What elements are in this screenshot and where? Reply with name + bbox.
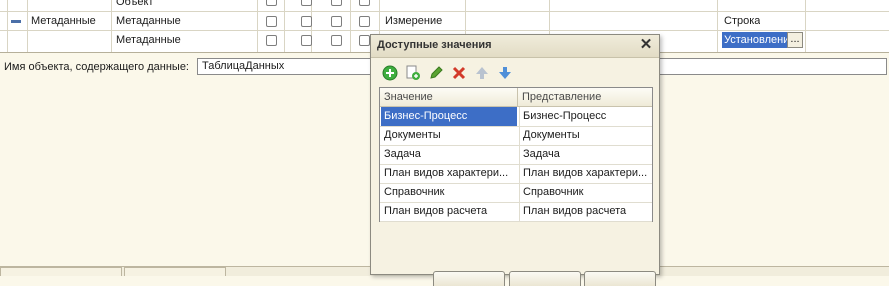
- grid-divider: [350, 0, 351, 52]
- grid-divider: [717, 0, 718, 52]
- close-icon[interactable]: ✕: [638, 37, 654, 53]
- grid-cell: Метаданные: [116, 15, 181, 27]
- table-cell: План видов расчета: [519, 202, 652, 221]
- grid-divider: [27, 0, 28, 52]
- grid-row[interactable]: Метаданные Метаданные Измерение Строка: [0, 12, 889, 31]
- collapse-icon[interactable]: [11, 20, 21, 23]
- grid-row[interactable]: Объект: [0, 0, 889, 12]
- dialog-button[interactable]: [584, 271, 656, 286]
- checkbox[interactable]: [266, 35, 277, 46]
- column-header-representation[interactable]: Представление: [518, 88, 652, 107]
- checkbox[interactable]: [266, 0, 277, 6]
- table-row[interactable]: Документы Документы: [380, 126, 652, 146]
- dialog-title: Доступные значения: [377, 39, 492, 51]
- move-down-icon[interactable]: [497, 65, 513, 81]
- grid-divider: [284, 0, 285, 52]
- table-cell: Документы: [384, 129, 441, 141]
- grid-divider: [805, 0, 806, 52]
- grid-divider: [111, 0, 112, 52]
- table-cell: Бизнес-Процесс: [381, 107, 517, 126]
- grid-cell: Объект: [116, 0, 154, 8]
- edit-icon[interactable]: [428, 65, 444, 81]
- checkbox[interactable]: [331, 35, 342, 46]
- add-icon[interactable]: [382, 65, 398, 81]
- table-row[interactable]: Бизнес-Процесс Бизнес-Процесс: [380, 107, 652, 127]
- checkbox[interactable]: [331, 16, 342, 27]
- copy-icon[interactable]: [405, 65, 421, 81]
- table-cell: Документы: [519, 126, 652, 145]
- dialog-button[interactable]: [509, 271, 581, 286]
- table-cell: Справочник: [519, 183, 652, 202]
- checkbox[interactable]: [266, 16, 277, 27]
- grid-cell: Строка: [724, 15, 761, 27]
- grid-divider: [257, 0, 258, 52]
- object-field-label: Имя объекта, содержащего данные:: [4, 61, 189, 73]
- table-cell: Бизнес-Процесс: [519, 107, 652, 126]
- type-cell-editor[interactable]: Установлени: [722, 32, 788, 48]
- table-cell: Задача: [519, 145, 652, 164]
- delete-icon[interactable]: [451, 65, 467, 81]
- table-cell: Задача: [384, 148, 421, 160]
- checkbox[interactable]: [301, 0, 312, 6]
- table-cell: План видов характери...: [519, 164, 652, 183]
- column-header-value[interactable]: Значение: [380, 88, 518, 107]
- table-row[interactable]: План видов расчета План видов расчета: [380, 202, 652, 222]
- checkbox[interactable]: [301, 35, 312, 46]
- values-table[interactable]: Значение Представление Бизнес-Процесс Би…: [379, 87, 653, 222]
- grid-divider: [7, 0, 8, 52]
- checkbox[interactable]: [301, 16, 312, 27]
- move-up-icon[interactable]: [474, 65, 490, 81]
- checkbox[interactable]: [359, 0, 370, 6]
- table-cell: План видов характери...: [384, 167, 509, 179]
- table-cell: План видов расчета: [384, 205, 488, 217]
- dialog-button[interactable]: [433, 271, 505, 286]
- table-row[interactable]: Справочник Справочник: [380, 183, 652, 203]
- checkbox[interactable]: [359, 16, 370, 27]
- dialog-title-bar[interactable]: Доступные значения ✕: [371, 35, 659, 58]
- grid-cell: Метаданные: [31, 15, 96, 27]
- table-row[interactable]: Задача Задача: [380, 145, 652, 165]
- checkbox[interactable]: [331, 0, 342, 6]
- available-values-dialog: Доступные значения ✕ Значение Представле…: [370, 34, 660, 286]
- table-cell: Справочник: [384, 186, 445, 198]
- checkbox[interactable]: [359, 35, 370, 46]
- table-row[interactable]: План видов характери... План видов харак…: [380, 164, 652, 184]
- ellipsis-button[interactable]: ...: [787, 32, 803, 48]
- grid-cell: Метаданные: [116, 34, 181, 46]
- grid-cell: Измерение: [385, 15, 443, 27]
